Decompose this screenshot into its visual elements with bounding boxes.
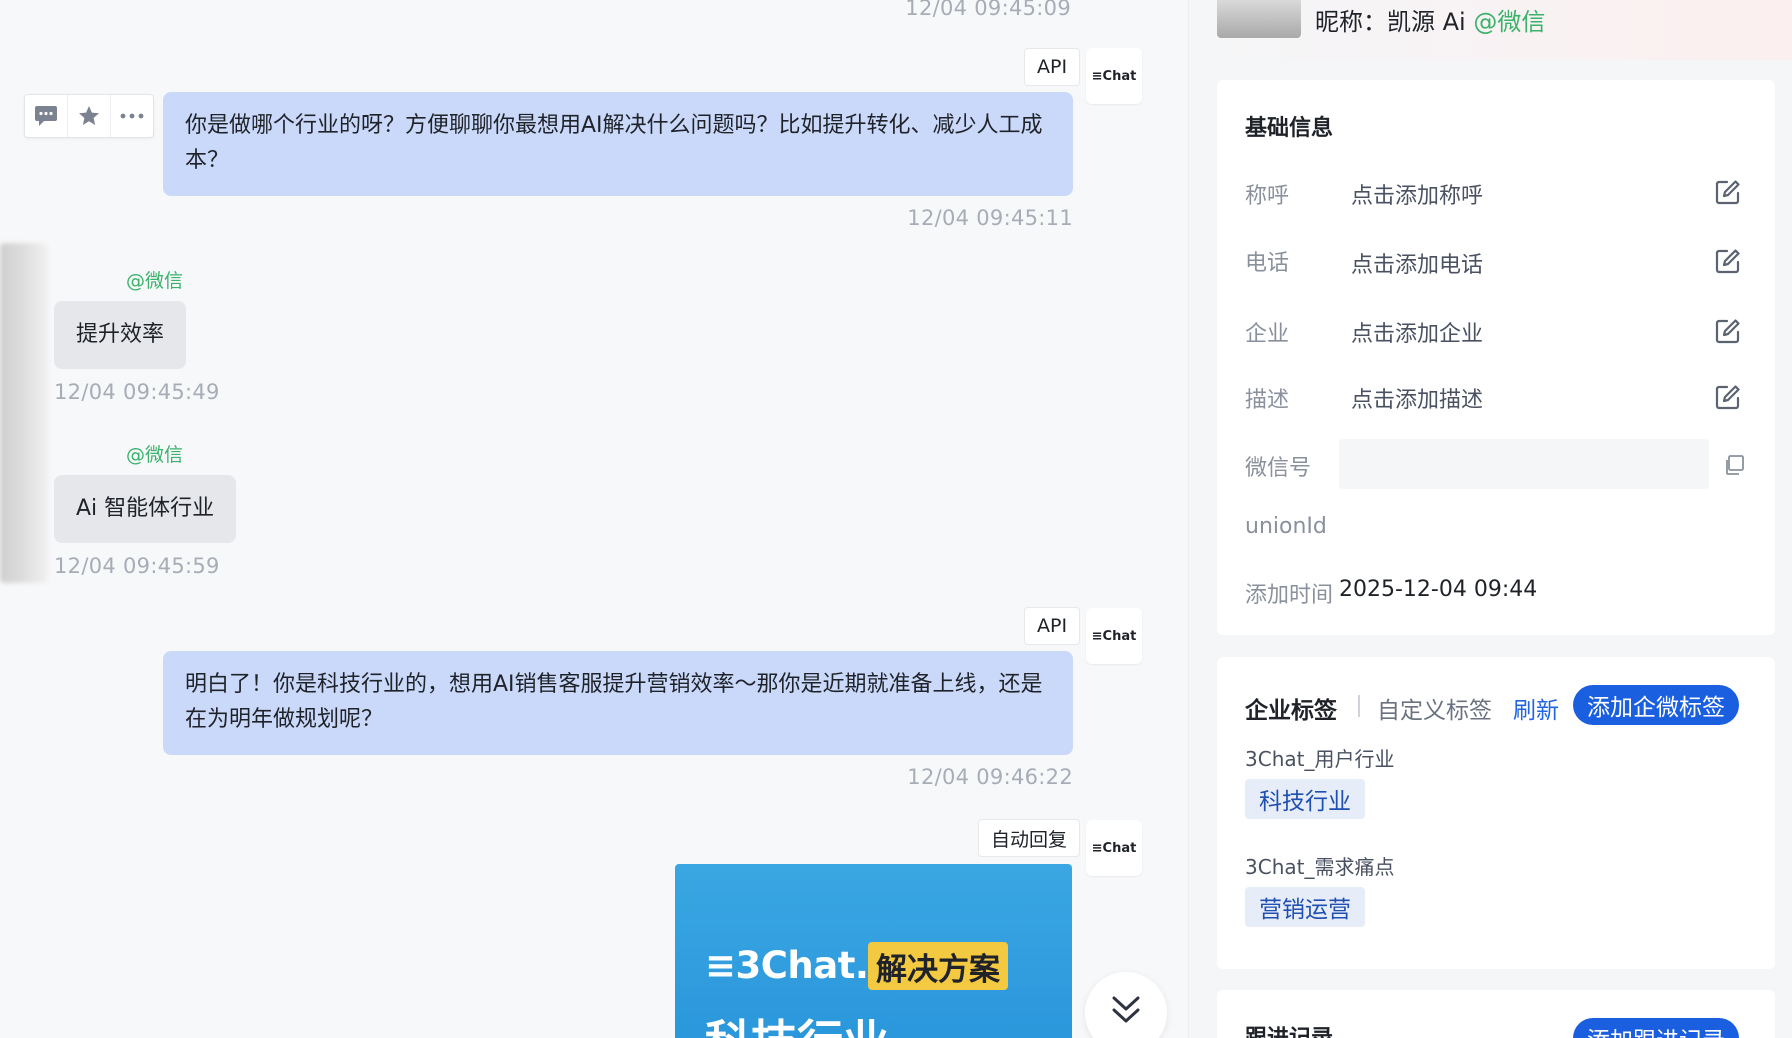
add-phone-link[interactable]: 点击添加电话	[1351, 247, 1483, 279]
copy-icon[interactable]	[1723, 454, 1745, 476]
add-salutation-link[interactable]: 点击添加称呼	[1351, 178, 1483, 210]
nickname-channel: @微信	[1473, 8, 1546, 36]
message-time: 12/04 09:46:22	[907, 765, 1073, 789]
wechat-id-field[interactable]	[1339, 439, 1709, 489]
bot-avatar: ≡Chat	[1086, 608, 1142, 664]
field-label: 电话	[1245, 251, 1290, 276]
tab-custom-tags[interactable]: 自定义标签	[1377, 691, 1492, 725]
field-label: unionId	[1245, 514, 1327, 539]
channel-label: @微信	[126, 444, 184, 466]
incoming-message[interactable]: 提升效率	[54, 301, 187, 369]
outgoing-message[interactable]: 你是做哪个行业的呀？方便聊聊你最想用AI解决什么问题吗？比如提升转化、减少人工成…	[163, 92, 1073, 196]
message-time: 12/04 09:45:49	[54, 380, 220, 404]
customer-info-sidebar: 昵称：凯源 Ai @微信 基础信息 称呼 点击添加称呼 电话 点击添加电话 企业…	[1189, 0, 1792, 1038]
message-time: 12/04 09:45:09	[905, 0, 1071, 20]
edit-icon[interactable]	[1715, 384, 1741, 410]
added-time-value: 2025-12-04 09:44	[1339, 577, 1538, 602]
source-tag-auto-reply: 自动回复	[978, 819, 1081, 857]
solution-card-image[interactable]: ≡3Chat.ai 解决方案 科技行业	[675, 864, 1072, 1038]
customer-avatar	[1217, 0, 1301, 38]
edit-icon[interactable]	[1715, 179, 1741, 205]
tab-divider	[1358, 695, 1360, 717]
star-icon[interactable]	[67, 95, 110, 137]
bot-avatar: ≡Chat	[1086, 820, 1142, 876]
panel-title: 跟进记录	[1245, 1020, 1333, 1038]
followup-panel: 跟进记录 添加跟进记录	[1217, 990, 1775, 1038]
field-label: 添加时间	[1245, 583, 1334, 608]
tags-panel: 企业标签 自定义标签 刷新 添加企微标签 3Chat_用户行业 科技行业 3Ch…	[1217, 657, 1775, 969]
card-badge: 解决方案	[868, 942, 1008, 990]
message-time: 12/04 09:45:59	[54, 554, 220, 578]
message-toolbar	[24, 94, 154, 138]
customer-nickname: 昵称：凯源 Ai @微信	[1315, 2, 1545, 37]
channel-label: @微信	[126, 270, 184, 292]
message-time: 12/04 09:45:11	[907, 206, 1073, 230]
more-icon[interactable]	[110, 95, 153, 137]
add-followup-button[interactable]: 添加跟进记录	[1573, 1018, 1739, 1038]
add-company-link[interactable]: 点击添加企业	[1351, 316, 1483, 348]
user-avatar[interactable]	[0, 243, 48, 583]
add-description-link[interactable]: 点击添加描述	[1351, 382, 1483, 414]
scroll-to-bottom-button[interactable]	[1085, 972, 1167, 1038]
tag-chip[interactable]: 营销运营	[1245, 887, 1365, 927]
card-headline: 科技行业	[705, 1006, 889, 1038]
tag-chip[interactable]: 科技行业	[1245, 779, 1365, 819]
bot-avatar: ≡Chat	[1086, 48, 1142, 104]
refresh-link[interactable]: 刷新	[1513, 691, 1559, 725]
comment-icon[interactable]	[25, 95, 67, 137]
edit-icon[interactable]	[1715, 248, 1741, 274]
field-label: 微信号	[1245, 456, 1312, 481]
panel-title: 基础信息	[1245, 116, 1334, 141]
incoming-message[interactable]: Ai 智能体行业	[54, 475, 237, 543]
nickname-value: 凯源 Ai	[1387, 8, 1466, 36]
outgoing-message[interactable]: 明白了！你是科技行业的，想用AI销售客服提升营销效率～那你是近期就准备上线，还是…	[163, 651, 1073, 755]
source-tag-api: API	[1024, 48, 1081, 86]
field-label: 描述	[1245, 388, 1290, 413]
tag-group-name: 3Chat_需求痛点	[1245, 855, 1395, 879]
tag-group-name: 3Chat_用户行业	[1245, 747, 1395, 771]
tab-enterprise-tags[interactable]: 企业标签	[1245, 691, 1337, 725]
field-label: 企业	[1245, 322, 1290, 347]
field-label: 称呼	[1245, 184, 1290, 209]
double-chevron-down-icon	[1112, 996, 1140, 1023]
add-wecom-tag-button[interactable]: 添加企微标签	[1573, 685, 1739, 725]
basic-info-panel: 基础信息 称呼 点击添加称呼 电话 点击添加电话 企业 点击添加企业 描述 点击…	[1217, 80, 1775, 635]
nickname-label: 昵称：	[1315, 8, 1387, 36]
chat-panel: 12/04 09:45:09 API ≡Chat 你是做哪个行业的呀？方便聊聊你…	[0, 0, 1188, 1038]
source-tag-api: API	[1024, 607, 1081, 645]
edit-icon[interactable]	[1715, 318, 1741, 344]
